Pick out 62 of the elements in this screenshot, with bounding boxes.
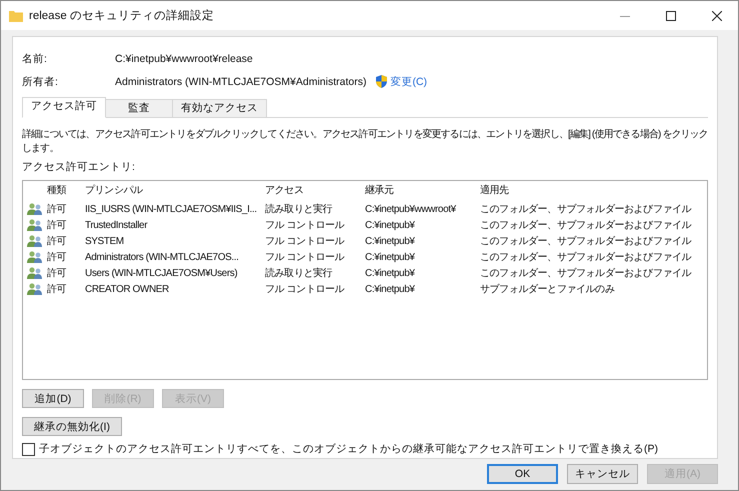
owner-label: 所有者:	[22, 74, 59, 88]
column-header[interactable]: 適用先	[480, 181, 509, 201]
type-cell-text: 許可	[47, 266, 68, 280]
inherited-from-cell-text: C:¥inetpub¥	[365, 252, 416, 262]
inherited-from-cell-text: C:¥inetpub¥	[365, 236, 416, 246]
checkbox[interactable]	[22, 442, 35, 456]
description-text: 詳細については、アクセス許可エントリをダブルクリックしてください。アクセス許可エントリを変更するには、エントリを選択し、[編集] (使用できる場合) をクリックします。	[22, 128, 708, 155]
change-owner-link[interactable]: 変更(C)	[390, 74, 428, 88]
dialog-button[interactable]: OK	[487, 464, 558, 484]
principal-cell-text: Users (WIN-MTLCJAE7OSM¥Users)	[85, 268, 238, 278]
type-cell-text: 許可	[47, 218, 68, 232]
inherited-from-cell-text: C:¥inetpub¥	[365, 284, 416, 294]
window-title: release のセキュリティの詳細設定	[29, 8, 214, 23]
applies-to-cell-text: サブフォルダーとファイルのみ	[480, 282, 614, 296]
principal-cell-text: CREATOR OWNER	[85, 284, 170, 294]
access-cell-text: フル コントロール	[265, 219, 346, 232]
close-button[interactable]	[712, 10, 722, 20]
column-header[interactable]: アクセス	[265, 181, 365, 201]
principal-cell-text: Administrators (WIN-MTLCJAE7OS...	[85, 252, 240, 262]
users-icon	[27, 235, 43, 247]
type-cell-text: 許可	[47, 202, 68, 216]
applies-to-cell-text: このフォルダー、サブフォルダーおよびファイル	[480, 218, 692, 232]
maximize-button[interactable]	[666, 10, 676, 20]
name-value: C:¥inetpub¥wwwroot¥release	[115, 52, 253, 64]
access-cell-text: フル コントロール	[265, 251, 346, 264]
shield-icon	[376, 75, 388, 88]
applies-to-cell-text: このフォルダー、サブフォルダーおよびファイル	[480, 250, 692, 264]
entry-button[interactable]: 追加(D)	[22, 389, 84, 408]
type-cell-text: 許可	[47, 250, 68, 264]
disable-inheritance-button[interactable]: 継承の無効化(I)	[22, 417, 122, 436]
type-cell-text: 許可	[47, 234, 68, 248]
owner-value: Administrators (WIN-MTLCJAE7OSM¥Administrators)	[115, 76, 366, 88]
users-icon	[27, 267, 43, 279]
access-cell-text: 読み取りと実行	[265, 266, 334, 280]
principal-cell-text: SYSTEM	[85, 236, 125, 246]
users-icon	[27, 251, 43, 263]
column-header[interactable]: 種類	[47, 181, 85, 201]
name-label: 名前:	[22, 52, 48, 66]
users-icon	[27, 203, 43, 215]
inherited-from-cell-text: C:¥inetpub¥wwwroot¥	[365, 204, 457, 214]
users-icon	[27, 283, 43, 295]
tab[interactable]: 監査	[105, 99, 173, 117]
inherited-from-cell-text: C:¥inetpub¥	[365, 268, 416, 278]
checkbox-label: 子オブジェクトのアクセス許可エントリすべてを、このオブジェクトからの継承可能なアクセス許可エントリで置き換える(P)	[39, 442, 658, 456]
column-header[interactable]: プリンシパル	[85, 181, 265, 201]
folder-icon	[9, 10, 23, 22]
users-icon	[27, 219, 43, 231]
column-header[interactable]: 継承元	[365, 181, 480, 201]
tab[interactable]: 有効なアクセス	[172, 99, 267, 117]
entries-label: アクセス許可エントリ:	[22, 160, 136, 174]
principal-cell-text: IIS_IUSRS (WIN-MTLCJAE7OSM¥IIS_I...	[85, 204, 258, 214]
applies-to-cell-text: このフォルダー、サブフォルダーおよびファイル	[480, 202, 692, 216]
inherited-from-cell-text: C:¥inetpub¥	[365, 220, 416, 230]
applies-to-cell-text: このフォルダー、サブフォルダーおよびファイル	[480, 234, 692, 248]
tab[interactable]: アクセス許可	[22, 97, 106, 118]
access-cell-text: フル コントロール	[265, 283, 346, 296]
access-cell-text: 読み取りと実行	[265, 202, 334, 216]
type-cell-text: 許可	[47, 282, 68, 296]
applies-to-cell-text: このフォルダー、サブフォルダーおよびファイル	[480, 266, 692, 280]
access-cell-text: フル コントロール	[265, 235, 346, 248]
dialog-button[interactable]: キャンセル	[567, 464, 638, 484]
principal-cell-text: TrustedInstaller	[85, 220, 148, 230]
